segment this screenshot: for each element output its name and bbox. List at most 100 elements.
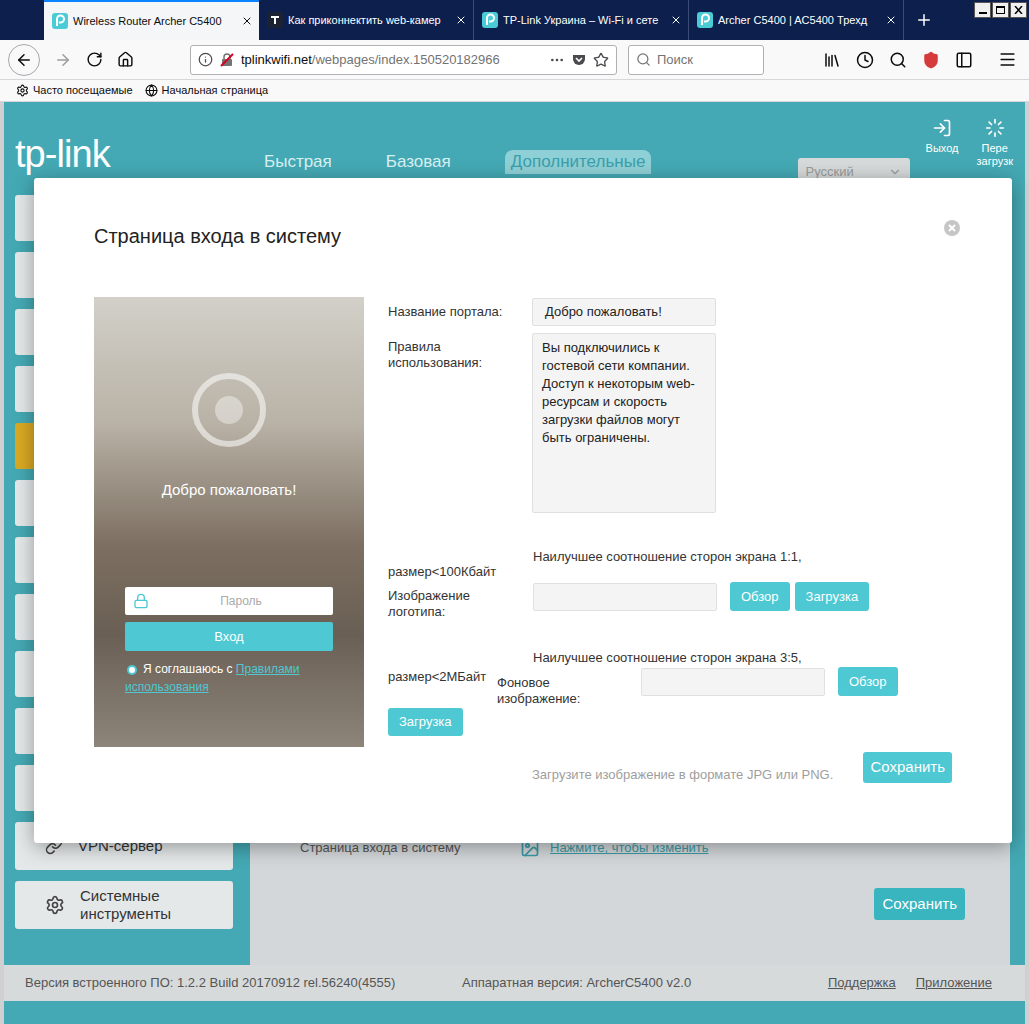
reboot-icon	[985, 118, 1005, 138]
minimize-button[interactable]	[974, 2, 991, 18]
background-upload-row: размер<2МБайтФоновое изображение:Обзор	[388, 665, 952, 707]
new-tab-button[interactable]	[906, 0, 942, 40]
portal-form: Название портала:Добро пожаловать! Правил…	[388, 297, 952, 783]
close-window-button[interactable]	[1010, 2, 1027, 18]
header-actions: Выход Перезагрузк	[926, 118, 1013, 168]
background-file-input[interactable]	[641, 668, 825, 696]
tplink-favicon-icon	[52, 13, 68, 29]
close-circle-icon	[943, 219, 961, 237]
reload-icon[interactable]	[86, 51, 103, 68]
info-icon[interactable]	[198, 52, 213, 67]
tplink-logo: tp-link	[4, 102, 264, 176]
close-tab-icon[interactable]	[670, 14, 682, 26]
sidebar-item[interactable]: Системные инструменты	[15, 881, 233, 929]
search-icon	[636, 52, 651, 67]
close-tab-icon[interactable]	[241, 15, 253, 27]
browser-tab[interactable]: Wireless Router Archer C5400	[44, 0, 259, 40]
tab-title: TP-Link Украина – Wi-Fi и сете	[503, 12, 665, 28]
portal-preview: Добро пожаловать! Пароль Вход Я соглашаюсь …	[94, 297, 364, 747]
site-favicon-icon	[267, 12, 283, 28]
format-note: Загрузите изображение в формате JPG или …	[532, 767, 833, 783]
pocket-icon[interactable]	[571, 52, 587, 68]
bookmark-star-icon[interactable]	[593, 52, 609, 68]
header-action[interactable]: Выход	[926, 118, 959, 155]
nav-tab[interactable]: Базовая	[386, 150, 451, 174]
close-tab-icon[interactable]	[455, 14, 467, 26]
dialog-save-button[interactable]: Сохранить	[863, 752, 952, 783]
back-arrow-icon	[15, 51, 33, 69]
logo-file-input[interactable]	[533, 583, 717, 611]
page-actions-icon[interactable]	[549, 52, 565, 68]
bookmarks-bar: Часто посещаемые Начальная страница	[0, 80, 1029, 102]
header-action[interactable]: Перезагрузк	[976, 118, 1013, 168]
address-bar[interactable]: tplinkwifi.net/webpages/index.1505201829…	[190, 45, 617, 75]
tab-title: Как приконнектить web-камер	[288, 12, 450, 28]
dialog-close-button[interactable]	[943, 219, 961, 237]
nav-tab[interactable]: Дополнительные	[505, 150, 652, 174]
background-browse-button[interactable]: Обзор	[838, 667, 898, 696]
tplink-favicon-icon	[482, 12, 498, 28]
gear-icon	[16, 84, 29, 97]
footer-link[interactable]: Приложение	[916, 973, 992, 993]
logo-hint: Наилучшее соотношение сторон экрана 1:1,	[533, 550, 952, 564]
bookmark-item[interactable]: Часто посещаемые	[16, 82, 133, 99]
portal-name-input[interactable]: Добро пожаловать!	[532, 298, 716, 326]
preview-agree-row[interactable]: Я соглашаюсь с Правилами использования	[125, 660, 333, 696]
browser-tab[interactable]: Как приконнектить web-камер	[259, 0, 474, 40]
portal-logo-icon	[189, 370, 269, 450]
browser-tab[interactable]: TP-Link Украина – Wi-Fi и сете	[474, 0, 689, 40]
nav-tab[interactable]: Быстрая	[264, 150, 332, 174]
maximize-button[interactable]	[992, 2, 1009, 18]
preview-login-button[interactable]: Вход	[125, 622, 333, 651]
rules-textarea[interactable]: Вы подключились к гостевой сети компании…	[532, 333, 716, 513]
logo-browse-button[interactable]: Обзор	[730, 582, 790, 611]
zoom-search-icon[interactable]	[889, 51, 907, 69]
footer-link[interactable]: Поддержка	[828, 973, 896, 993]
library-icon[interactable]	[823, 51, 841, 69]
forward-arrow-icon[interactable]	[54, 51, 72, 69]
logo-upload-row: размер<100КбайтИзображение логотипа:Обзо…	[388, 564, 952, 620]
navigation-bar: tplinkwifi.net/webpages/index.1505201829…	[0, 40, 1029, 80]
dialog-footer-row: Загрузите изображение в формате JPG или …	[388, 752, 952, 783]
history-clock-icon[interactable]	[856, 51, 874, 69]
gear-icon	[45, 895, 65, 915]
background-hint: Наилучшее соотношение сторон экрана 3:5,	[533, 651, 952, 665]
search-placeholder: Поиск	[657, 50, 693, 70]
close-window-icon	[1014, 6, 1023, 14]
bookmark-item[interactable]: Начальная страница	[145, 82, 268, 99]
logo-upload-button[interactable]: Загрузка	[795, 582, 870, 611]
dialog-title: Страница входа в систему	[94, 222, 952, 250]
preview-portal-title: Добро пожаловать!	[162, 480, 297, 500]
close-tab-icon[interactable]	[885, 14, 897, 26]
plus-icon	[915, 11, 933, 29]
minimize-icon	[979, 12, 987, 14]
background-upload-button[interactable]: Загрузка	[388, 708, 463, 736]
login-page-dialog: Страница входа в систему Добро пожаловать…	[34, 178, 1012, 843]
tplink-favicon-icon	[697, 12, 713, 28]
router-header: tp-linkБыстраяБазоваяДополнительныеРусск…	[4, 102, 1025, 190]
browser-window: Wireless Router Archer C5400 Как приконне…	[0, 0, 1029, 1024]
main-nav: Быстрая Базовая Дополнительные	[264, 150, 651, 174]
browser-tab[interactable]: Archer C5400 | AC5400 Трехд	[689, 0, 904, 40]
lock-icon	[133, 593, 149, 609]
shield-icon[interactable]	[922, 51, 940, 69]
url-text: tplinkwifi.net/webpages/index.1505201829…	[241, 50, 543, 70]
window-controls	[974, 0, 1029, 18]
insecure-connection-icon[interactable]	[219, 52, 235, 68]
sidebar-icon[interactable]	[955, 51, 973, 69]
tab-title: Archer C5400 | AC5400 Трехд	[718, 12, 880, 28]
tab-title: Wireless Router Archer C5400	[73, 13, 236, 29]
home-icon[interactable]	[117, 51, 134, 68]
preview-password-field[interactable]: Пароль	[125, 587, 333, 615]
back-button[interactable]	[8, 44, 40, 76]
menu-icon[interactable]	[998, 50, 1017, 69]
portal-name-row: Название портала:Добро пожаловать!	[388, 298, 952, 326]
chevron-down-icon	[888, 165, 902, 179]
agree-radio[interactable]	[127, 665, 137, 675]
dialog-body: Добро пожаловать! Пароль Вход Я соглашаюсь …	[94, 297, 952, 783]
globe-icon	[145, 84, 158, 97]
content-save-button[interactable]: Сохранить	[874, 888, 965, 920]
search-box[interactable]: Поиск	[628, 45, 764, 75]
toolbar-icons	[823, 50, 1017, 69]
rules-row: Правила использования:Вы подключились к …	[388, 333, 952, 513]
